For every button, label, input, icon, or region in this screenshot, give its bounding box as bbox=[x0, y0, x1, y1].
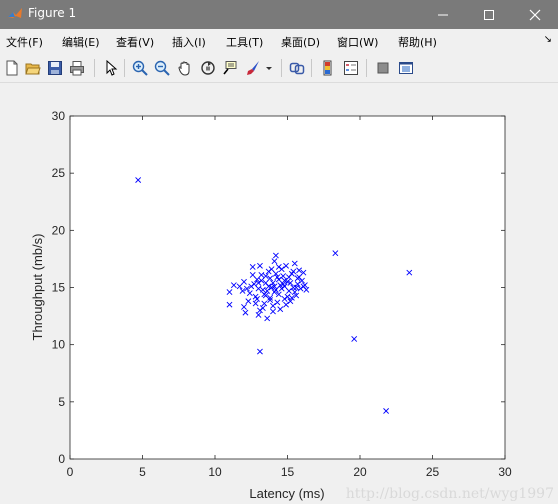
title-bar: Figure 1 bbox=[0, 0, 558, 29]
link-plot-button[interactable] bbox=[287, 58, 307, 78]
colorbar-button[interactable] bbox=[318, 58, 338, 78]
data-cursor-button[interactable] bbox=[220, 58, 240, 78]
menu-help[interactable]: 帮助(H) bbox=[398, 34, 437, 50]
x-tick-label: 20 bbox=[353, 465, 367, 479]
legend-button[interactable] bbox=[341, 58, 361, 78]
close-button[interactable] bbox=[512, 0, 558, 29]
save-button[interactable] bbox=[45, 58, 65, 78]
x-axis-label: Latency (ms) bbox=[249, 486, 324, 501]
brush-dropdown-button[interactable] bbox=[262, 58, 276, 78]
figure-canvas[interactable]: 0 5 10 15 20 25 30 0 5 10 15 20 25 30 Latency (ms) Th… bbox=[0, 84, 558, 504]
pan-button[interactable] bbox=[175, 58, 195, 78]
menu-desktop[interactable]: 桌面(D) bbox=[281, 34, 320, 50]
zoom-in-icon bbox=[132, 60, 148, 76]
hide-plot-tools-icon bbox=[377, 62, 389, 74]
x-tick-label: 5 bbox=[139, 465, 146, 479]
colorbar-icon bbox=[323, 60, 332, 76]
menu-view[interactable]: 查看(V) bbox=[116, 34, 154, 50]
menu-bar: 文件(F) 编辑(E) 查看(V) 插入(I) 工具(T) 桌面(D) 窗口(W… bbox=[0, 29, 558, 53]
y-tick-label: 20 bbox=[52, 223, 66, 237]
scatter-plot: 0 5 10 15 20 25 30 0 5 10 15 20 25 30 Latency (ms) Th… bbox=[30, 109, 512, 501]
window-title: Figure 1 bbox=[28, 6, 77, 20]
brush-button[interactable] bbox=[243, 58, 263, 78]
print-button[interactable] bbox=[67, 58, 87, 78]
link-plot-icon bbox=[289, 62, 305, 75]
x-tick-label: 15 bbox=[281, 465, 295, 479]
toolbar-separator bbox=[311, 59, 312, 77]
open-file-icon bbox=[25, 63, 41, 75]
y-tick-label: 0 bbox=[58, 452, 65, 466]
y-axis-label: Throughput (mb/s) bbox=[30, 234, 45, 341]
rotate-3d-icon bbox=[201, 61, 215, 75]
x-tick-label: 10 bbox=[208, 465, 222, 479]
x-tick-label: 25 bbox=[426, 465, 440, 479]
brush-dropdown-icon bbox=[266, 67, 272, 70]
pan-hand-icon bbox=[178, 61, 190, 76]
menu-insert[interactable]: 插入(I) bbox=[172, 34, 206, 50]
new-figure-button[interactable] bbox=[2, 58, 22, 78]
toolbar-separator bbox=[124, 59, 125, 77]
x-tick-label: 0 bbox=[67, 465, 74, 479]
y-tick-label: 15 bbox=[52, 281, 66, 295]
minimize-button[interactable] bbox=[420, 0, 466, 29]
toolbar-separator bbox=[366, 59, 367, 77]
plot-axes bbox=[69, 115, 506, 460]
y-tick-label: 5 bbox=[58, 395, 65, 409]
show-plot-tools-button[interactable] bbox=[396, 58, 416, 78]
watermark: http://blog.csdn.net/wyg1997 bbox=[345, 486, 554, 502]
minimize-icon bbox=[438, 14, 448, 15]
y-tick-label: 30 bbox=[52, 109, 66, 123]
toolbar-separator bbox=[94, 59, 95, 77]
zoom-out-icon bbox=[154, 60, 170, 76]
y-tick-label: 10 bbox=[52, 338, 66, 352]
print-icon bbox=[70, 61, 84, 76]
show-plot-tools-icon bbox=[399, 62, 413, 74]
menu-edit[interactable]: 编辑(E) bbox=[62, 34, 100, 50]
maximize-icon bbox=[484, 9, 494, 20]
brush-icon bbox=[247, 61, 259, 75]
y-tick-label: 25 bbox=[52, 166, 66, 180]
maximize-button[interactable] bbox=[466, 0, 512, 29]
menu-file[interactable]: 文件(F) bbox=[6, 34, 43, 50]
x-tick-label: 30 bbox=[498, 465, 512, 479]
menu-overflow-icon[interactable]: ↘ bbox=[544, 34, 552, 45]
hide-plot-tools-button[interactable] bbox=[373, 58, 393, 78]
save-icon bbox=[48, 61, 62, 75]
open-file-button[interactable] bbox=[23, 58, 43, 78]
pointer-icon bbox=[106, 60, 118, 76]
data-cursor-icon bbox=[223, 61, 237, 75]
matlab-icon bbox=[7, 6, 23, 22]
pointer-button[interactable] bbox=[101, 58, 121, 78]
menu-window[interactable]: 窗口(W) bbox=[337, 34, 378, 50]
menu-tools[interactable]: 工具(T) bbox=[226, 34, 263, 50]
legend-icon bbox=[344, 61, 358, 75]
toolbar-separator bbox=[281, 59, 282, 77]
zoom-in-button[interactable] bbox=[130, 58, 150, 78]
rotate-3d-button[interactable] bbox=[198, 58, 218, 78]
figure-toolbar bbox=[0, 53, 558, 83]
close-icon bbox=[529, 9, 541, 20]
new-figure-icon bbox=[6, 60, 18, 76]
zoom-out-button[interactable] bbox=[152, 58, 172, 78]
